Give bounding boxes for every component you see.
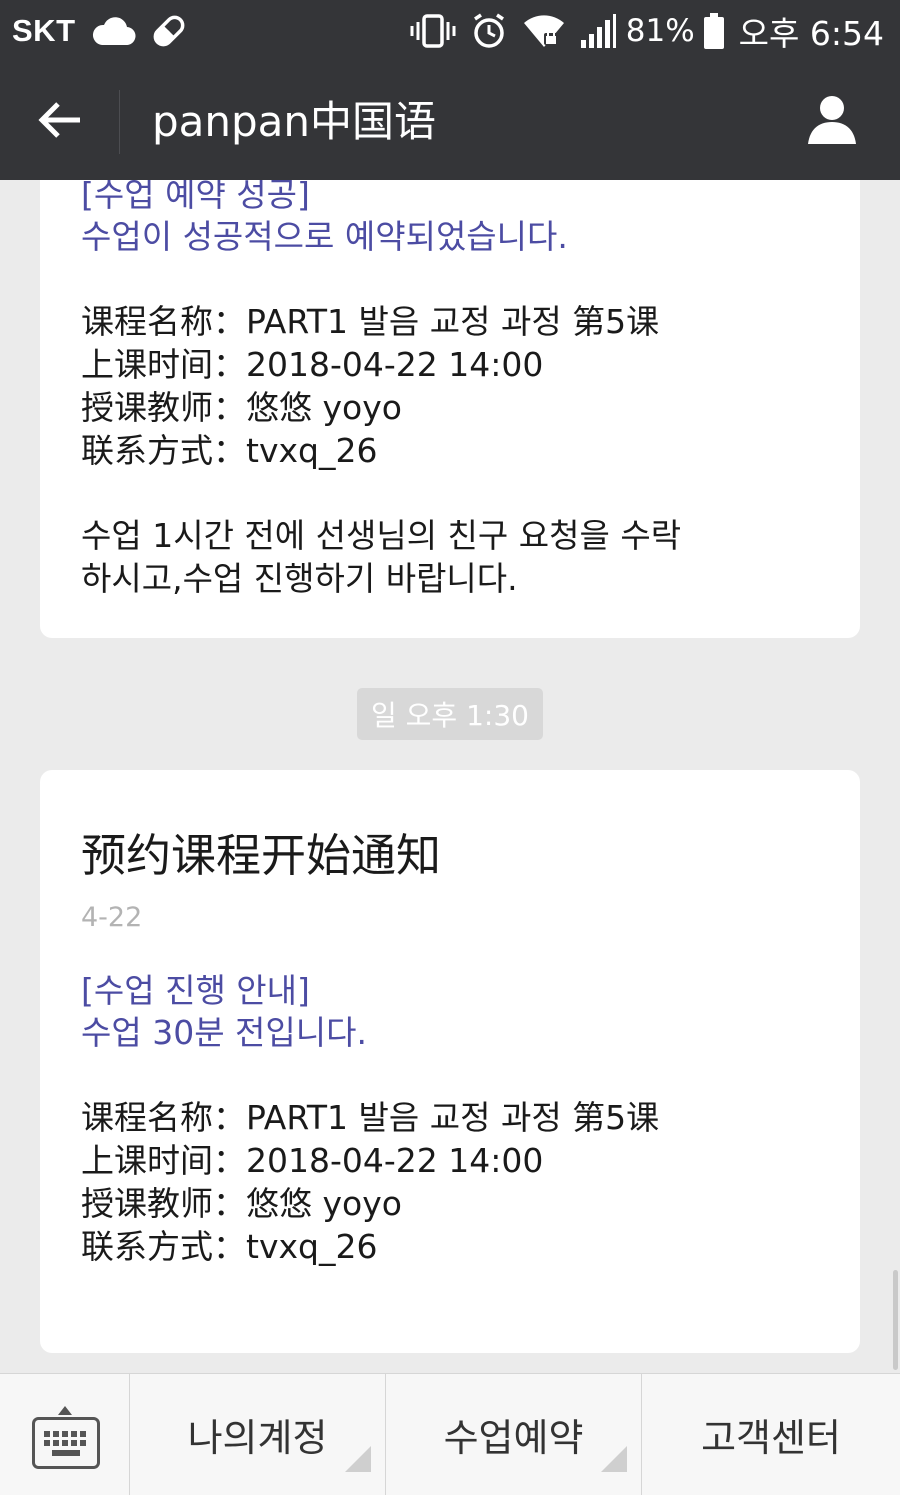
carrier-label: SKT xyxy=(12,13,76,48)
course-name-line: 课程名称：PART1 발음 교정 과정 第5课 xyxy=(81,302,660,341)
status-time: 오후 6:54 xyxy=(738,14,884,53)
signal-icon xyxy=(580,14,616,48)
notice-heading: [수업 진행 안내] xyxy=(81,971,310,1010)
person-icon xyxy=(806,94,858,150)
status-right: 81% 오후 6:54 xyxy=(396,7,884,55)
contact-line: 联系方式：tvxq_26 xyxy=(81,1227,378,1266)
page-title: panpan中国语 xyxy=(152,97,437,146)
teacher-line: 授课教师：悠悠 yoyo xyxy=(81,388,402,427)
contact-line: 联系方式：tvxq_26 xyxy=(81,431,378,470)
class-time-line: 上课时间：2018-04-22 14:00 xyxy=(81,1141,544,1180)
bottom-menu: 나의계정 수업예약 고객센터 xyxy=(0,1373,900,1495)
header-divider xyxy=(119,90,120,154)
notice-text: 수업이 성공적으로 예약되었습니다. xyxy=(81,217,568,256)
instruction-line: 수업 1시간 전에 선생님의 친구 요청을 수락 xyxy=(81,516,682,555)
class-time-line: 上课时间：2018-04-22 14:00 xyxy=(81,345,544,384)
menu-label: 고객센터 xyxy=(701,1416,841,1460)
teacher-line: 授课教师：悠悠 yoyo xyxy=(81,1184,402,1223)
card-title: 预约课程开始通知 xyxy=(81,829,442,882)
wifi-lock-icon xyxy=(522,13,566,49)
battery-percent: 81% xyxy=(625,13,695,49)
menu-class-booking[interactable]: 수업예약 xyxy=(386,1374,642,1495)
submenu-indicator-icon xyxy=(601,1437,627,1481)
course-name-line: 课程名称：PART1 발음 교정 과정 第5课 xyxy=(81,1098,660,1137)
menu-label: 나의계정 xyxy=(187,1416,328,1460)
menu-my-account[interactable]: 나의계정 xyxy=(130,1374,386,1495)
pill-icon xyxy=(150,12,188,50)
keyboard-icon xyxy=(32,1417,100,1473)
app-header: panpan中国语 xyxy=(0,62,900,180)
profile-button[interactable] xyxy=(802,92,862,152)
notice-text: 수업 30분 전입니다. xyxy=(81,1013,367,1052)
scrollbar[interactable] xyxy=(893,1270,898,1370)
submenu-indicator-icon xyxy=(345,1437,371,1481)
arrow-left-icon xyxy=(38,101,82,143)
alarm-icon xyxy=(470,12,508,50)
battery-icon xyxy=(703,13,725,49)
status-left: SKT xyxy=(12,12,188,50)
card-date: 4-22 xyxy=(81,902,143,933)
message-card: [수업 예약 성공] 수업이 성공적으로 예약되었습니다. 课程名称：PART1… xyxy=(40,180,860,638)
message-timestamp: 일 오후 1:30 xyxy=(357,688,543,740)
back-button[interactable] xyxy=(30,92,90,152)
chat-area[interactable]: [수업 예약 성공] 수업이 성공적으로 예약되었습니다. 课程名称：PART1… xyxy=(0,180,900,1373)
menu-label: 수업예약 xyxy=(443,1416,584,1460)
keyboard-toggle-button[interactable] xyxy=(0,1374,130,1495)
notice-heading: [수업 예약 성공] xyxy=(81,180,310,214)
cloud-icon xyxy=(90,15,136,47)
vibrate-icon xyxy=(410,13,456,49)
instruction-line: 하시고,수업 진행하기 바랍니다. xyxy=(81,559,518,598)
menu-customer-center[interactable]: 고객센터 xyxy=(642,1374,900,1495)
message-card: 预约课程开始通知 4-22 [수업 진행 안내] 수업 30분 전입니다. 课程… xyxy=(40,770,860,1353)
status-bar: SKT 81% 오후 6:54 xyxy=(0,0,900,62)
